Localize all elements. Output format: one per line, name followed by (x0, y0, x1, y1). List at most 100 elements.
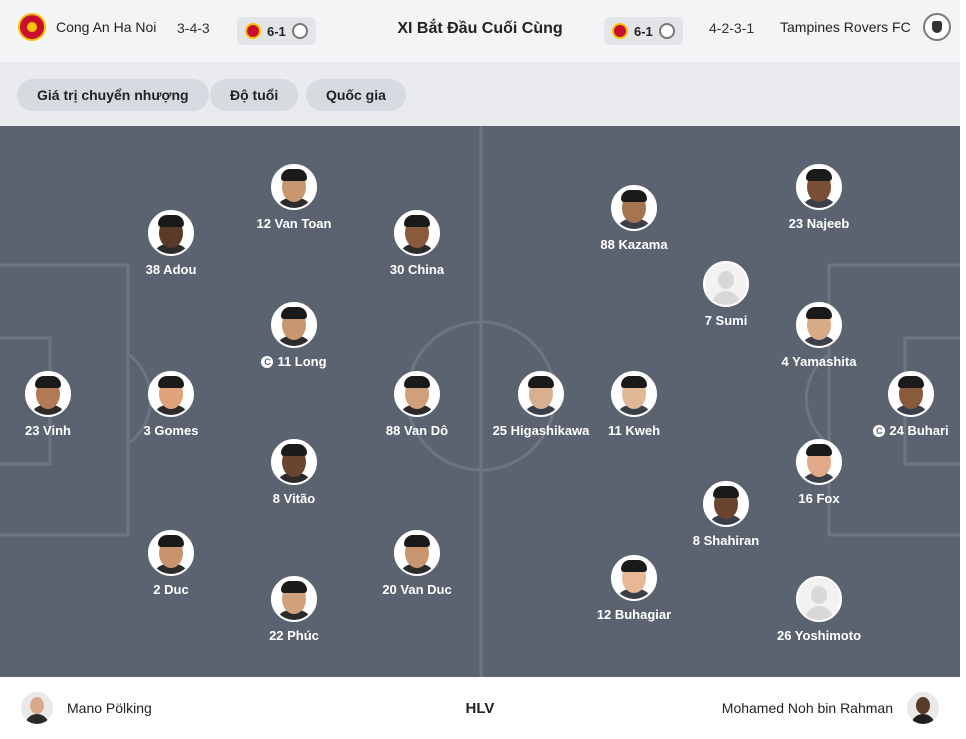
player-name: 8 Vitão (272, 491, 316, 506)
player-name: 26 Yoshimoto (776, 628, 862, 643)
player-name: 11 Long (277, 354, 327, 369)
player-avatar (703, 481, 749, 527)
player-name: 88 Van Dô (385, 423, 449, 438)
player-avatar (271, 439, 317, 485)
player-name: 30 China (389, 262, 445, 277)
player-avatar (796, 302, 842, 348)
player-label: 8 Vitão (229, 491, 359, 506)
player-label: 12 Van Toan (229, 216, 359, 231)
player-name: 38 Adou (145, 262, 197, 277)
player-avatar (271, 164, 317, 210)
player-home[interactable]: 22 Phúc (229, 576, 359, 643)
tampines-crest-icon (658, 23, 675, 39)
player-avatar (148, 371, 194, 417)
player-home[interactable]: 2 Duc (106, 530, 236, 597)
filter-bar: Giá trị chuyển nhượng Độ tuổi Quốc gia (0, 62, 960, 126)
player-label: 22 Phúc (229, 628, 359, 643)
captain-icon: C (873, 425, 886, 437)
player-avatar (271, 576, 317, 622)
player-avatar (611, 555, 657, 601)
player-label: 2 Duc (106, 582, 236, 597)
player-avatar (703, 261, 749, 307)
player-avatar (518, 371, 564, 417)
player-name: 7 Sumi (704, 313, 748, 328)
filter-market-value[interactable]: Giá trị chuyển nhượng (17, 79, 209, 111)
filter-nationality[interactable]: Quốc gia (306, 79, 406, 111)
player-avatar (394, 530, 440, 576)
player-label: 88 Van Dô (352, 423, 482, 438)
player-name: 2 Duc (153, 582, 189, 597)
player-label: 26 Yoshimoto (754, 628, 884, 643)
player-away[interactable]: 26 Yoshimoto (754, 576, 884, 643)
player-label: 30 China (352, 262, 482, 277)
player-label: 12 Buhagiar (569, 607, 699, 622)
player-name: 88 Kazama (600, 237, 668, 252)
player-name: 3 Gomes (143, 423, 199, 438)
away-team-name: Tampines Rovers FC (780, 19, 911, 35)
player-label: 3 Gomes (106, 423, 236, 438)
player-label: 4 Yamashita (754, 354, 884, 369)
player-name: 12 Buhagiar (596, 607, 672, 622)
lineup-widget: Cong An Ha Noi 3-4-3 6-1 XI Bắt Đầu Cuối… (0, 0, 960, 739)
player-away[interactable]: 88 Kazama (569, 185, 699, 252)
player-home[interactable]: 38 Adou (106, 210, 236, 277)
player-away[interactable]: C 24 Buhari (846, 371, 960, 438)
player-name: 12 Van Toan (256, 216, 332, 231)
away-score-pill: 6-1 (604, 17, 683, 45)
player-label: C 24 Buhari (846, 423, 960, 438)
player-name: 8 Shahiran (692, 533, 760, 548)
player-home[interactable]: 12 Van Toan (229, 164, 359, 231)
player-name: 20 Van Duc (382, 582, 452, 597)
player-avatar (796, 439, 842, 485)
lineup-header: Cong An Ha Noi 3-4-3 6-1 XI Bắt Đầu Cuối… (0, 0, 960, 62)
player-name: 22 Phúc (269, 628, 319, 643)
player-label: 11 Kweh (569, 423, 699, 438)
player-avatar (394, 371, 440, 417)
player-label: C 11 Long (229, 354, 359, 369)
away-team[interactable]: Tampines Rovers FC (780, 13, 951, 41)
player-home[interactable]: 30 China (352, 210, 482, 277)
player-avatar (394, 210, 440, 256)
player-label: 20 Van Duc (352, 582, 482, 597)
coach-avatar (907, 692, 939, 724)
player-label: 88 Kazama (569, 237, 699, 252)
player-name: 16 Fox (798, 491, 840, 506)
tampines-crest-icon (922, 13, 951, 41)
away-formation: 4-2-3-1 (709, 20, 755, 36)
away-coach[interactable]: Mohamed Noh bin Rahman (722, 692, 939, 724)
player-label: 16 Fox (754, 491, 884, 506)
player-home[interactable]: 88 Van Dô (352, 371, 482, 438)
player-name: 11 Kweh (607, 423, 661, 438)
player-home[interactable]: C 11 Long (229, 302, 359, 369)
player-label: 38 Adou (106, 262, 236, 277)
score-text: 6-1 (634, 23, 653, 39)
player-avatar (611, 185, 657, 231)
player-home[interactable]: 20 Van Duc (352, 530, 482, 597)
player-avatar (25, 371, 71, 417)
cahn-crest-icon (612, 23, 628, 39)
player-avatar (148, 210, 194, 256)
away-coach-name: Mohamed Noh bin Rahman (721, 700, 893, 716)
player-avatar (611, 371, 657, 417)
player-home[interactable]: 8 Vitão (229, 439, 359, 506)
pitch: 23 Vinh 3 Gomes 38 Adou 2 Duc 12 Van Toan C 11… (0, 126, 960, 677)
player-avatar (888, 371, 934, 417)
player-avatar (796, 164, 842, 210)
player-label: 23 Najeeb (754, 216, 884, 231)
coaches-row: Mano Pölking HLV Mohamed Noh bin Rahman (0, 677, 960, 739)
player-away[interactable]: 4 Yamashita (754, 302, 884, 369)
player-home[interactable]: 23 Vinh (0, 371, 113, 438)
player-away[interactable]: 11 Kweh (569, 371, 699, 438)
filter-age[interactable]: Độ tuổi (210, 79, 299, 111)
player-away[interactable]: 23 Najeeb (754, 164, 884, 231)
player-avatar (271, 302, 317, 348)
player-home[interactable]: 3 Gomes (106, 371, 236, 438)
player-away[interactable]: 12 Buhagiar (569, 555, 699, 622)
player-away[interactable]: 16 Fox (754, 439, 884, 506)
player-label: 23 Vinh (0, 423, 113, 438)
player-name: 23 Najeeb (788, 216, 850, 231)
player-name: 23 Vinh (24, 423, 71, 438)
player-name: 4 Yamashita (781, 354, 857, 369)
captain-icon: C (261, 356, 274, 368)
player-avatar (148, 530, 194, 576)
